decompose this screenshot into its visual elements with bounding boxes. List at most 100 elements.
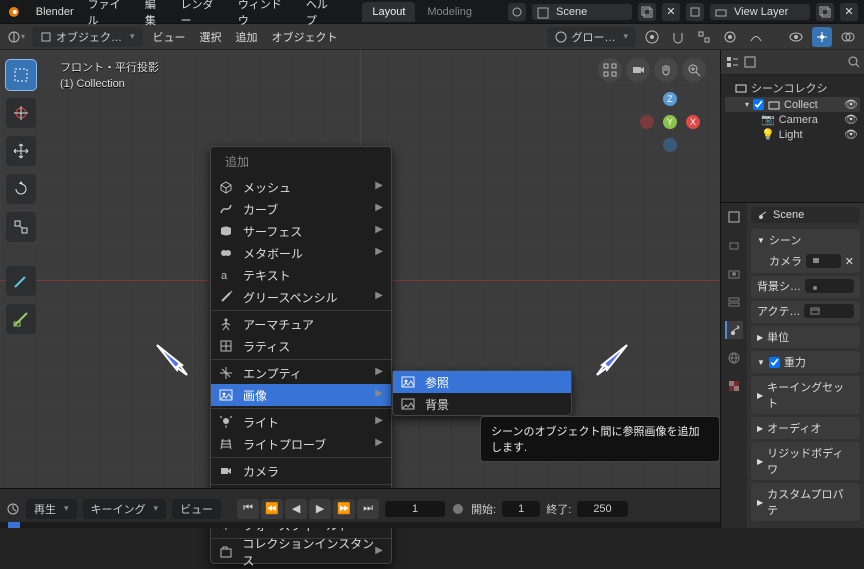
start-frame-field[interactable]: 1	[502, 501, 540, 517]
tool-rotate[interactable]	[6, 174, 36, 204]
tab-output-icon[interactable]	[725, 265, 743, 283]
menu-window[interactable]: ウィンドウ	[238, 0, 292, 28]
snap-icon[interactable]	[668, 27, 688, 47]
play-forward-icon[interactable]: ▶	[309, 499, 331, 519]
menu-file[interactable]: ファイル	[88, 0, 131, 28]
menu-help[interactable]: ヘルプ	[306, 0, 338, 28]
visibility-icon[interactable]	[786, 27, 806, 47]
outliner-root[interactable]: シーンコレクシ	[725, 79, 860, 97]
camera-field[interactable]	[806, 254, 841, 268]
tool-move[interactable]	[6, 136, 36, 166]
add-menu-item-arm[interactable]: アーマチュア	[211, 313, 391, 335]
current-frame-field[interactable]: 1	[385, 501, 445, 517]
outliner-editor-icon[interactable]	[725, 55, 739, 69]
timeline-cursor[interactable]	[8, 522, 20, 528]
panel-units-header[interactable]: ▶単位	[751, 326, 860, 348]
tool-scale[interactable]	[6, 212, 36, 242]
mode-dropdown[interactable]: オブジェク…	[32, 27, 143, 47]
add-menu-item-camera[interactable]: カメラ	[211, 460, 391, 482]
gravity-checkbox[interactable]	[769, 357, 780, 368]
auto-key-icon[interactable]	[451, 502, 465, 516]
eye-icon[interactable]: 👁	[844, 98, 858, 111]
menu-edit[interactable]: 編集	[145, 0, 167, 28]
panel-scene-header[interactable]: ▼シーン	[751, 229, 860, 251]
outliner-item-camera[interactable]: 📷 Camera 👁	[725, 112, 860, 127]
add-menu-item-surface[interactable]: サーフェス▶	[211, 220, 391, 242]
bg-scene-field[interactable]	[805, 279, 854, 293]
gizmo-grid-icon[interactable]	[598, 58, 622, 82]
play-prev-key-icon[interactable]: ⏪	[261, 499, 283, 519]
delete-scene-icon[interactable]: ✕	[662, 3, 680, 21]
submenu-reference[interactable]: 参照	[393, 371, 571, 393]
scene-field[interactable]: Scene	[532, 4, 632, 20]
editor-type-icon[interactable]: ▾	[6, 27, 26, 47]
tool-select[interactable]	[6, 60, 36, 90]
nav-gizmo[interactable]: Z Y X	[640, 92, 700, 152]
add-menu-item-empty[interactable]: エンプティ▶	[211, 362, 391, 384]
tool-measure[interactable]	[6, 304, 36, 334]
delete-viewlayer-icon[interactable]: ✕	[840, 3, 858, 21]
timeline-view-menu[interactable]: ビュー	[172, 499, 221, 519]
pivot-icon[interactable]	[642, 27, 662, 47]
axis-neg-z[interactable]	[663, 138, 677, 152]
add-menu-item-probe[interactable]: ライトプローブ▶	[211, 433, 391, 455]
outliner-item-collection[interactable]: ▾ Collect 👁	[725, 97, 860, 112]
axis-y[interactable]: Y	[663, 115, 677, 129]
eye-icon[interactable]: 👁	[844, 128, 858, 141]
tool-annotate[interactable]	[6, 266, 36, 296]
play-next-key-icon[interactable]: ⏩	[333, 499, 355, 519]
add-menu-item-meta[interactable]: メタボール▶	[211, 242, 391, 264]
new-viewlayer-icon[interactable]	[816, 3, 834, 21]
overlay-icon[interactable]	[838, 27, 858, 47]
timeline-editor-icon[interactable]	[6, 502, 20, 516]
tab-render-icon[interactable]	[725, 237, 743, 255]
end-frame-field[interactable]: 250	[577, 501, 627, 517]
falloff-icon[interactable]	[746, 27, 766, 47]
tab-layout[interactable]: Layout	[362, 2, 415, 22]
add-menu-item-image[interactable]: 画像▶	[211, 384, 391, 406]
tab-scene-icon[interactable]	[725, 321, 743, 339]
outliner-display-mode-icon[interactable]	[743, 55, 757, 69]
transform-orientation-dropdown[interactable]: グロー…	[547, 27, 636, 47]
panel-customprops-header[interactable]: ▶カスタムプロパテ	[751, 483, 860, 521]
new-scene-icon[interactable]	[638, 3, 656, 21]
gizmo-camera-icon[interactable]	[626, 58, 650, 82]
header-menu-view[interactable]: ビュー	[149, 29, 190, 45]
proportional-edit-icon[interactable]	[720, 27, 740, 47]
tab-texture-icon[interactable]	[725, 377, 743, 395]
gizmo-toggle-icon[interactable]	[812, 27, 832, 47]
axis-neg-x[interactable]	[640, 115, 654, 129]
add-menu-item-mesh[interactable]: メッシュ▶	[211, 176, 391, 198]
gizmo-zoom-icon[interactable]	[682, 58, 706, 82]
axis-z[interactable]: Z	[663, 92, 677, 106]
tab-viewlayer-icon[interactable]	[725, 293, 743, 311]
timeline-keying-menu[interactable]: キーイング	[83, 499, 167, 519]
play-jump-end-icon[interactable]: ⏭	[357, 499, 379, 519]
add-menu-item-curve[interactable]: カーブ▶	[211, 198, 391, 220]
panel-rigidbody-header[interactable]: ▶リジッドボディワ	[751, 442, 860, 480]
properties-breadcrumb[interactable]: Scene	[751, 207, 860, 223]
add-menu-item-lat[interactable]: ラティス	[211, 335, 391, 357]
panel-gravity-header[interactable]: ▼重力	[751, 351, 860, 373]
timeline-play-menu[interactable]: 再生	[26, 499, 77, 519]
header-menu-object[interactable]: オブジェクト	[268, 29, 342, 45]
outliner-search-icon[interactable]	[848, 56, 860, 68]
play-reverse-icon[interactable]: ◀	[285, 499, 307, 519]
properties-editor-icon[interactable]	[727, 207, 741, 227]
add-menu-item-text[interactable]: aテキスト	[211, 264, 391, 286]
browse-viewlayer-icon[interactable]	[686, 3, 704, 21]
menu-render[interactable]: レンダー	[181, 0, 224, 28]
viewlayer-field[interactable]: View Layer	[710, 4, 810, 20]
outliner-item-light[interactable]: 💡 Light 👁	[725, 127, 860, 142]
collection-enable-checkbox[interactable]	[753, 99, 764, 110]
tab-world-icon[interactable]	[725, 349, 743, 367]
panel-keyingset-header[interactable]: ▶キーイングセット	[751, 376, 860, 414]
tool-cursor[interactable]	[6, 98, 36, 128]
gizmo-pan-icon[interactable]	[654, 58, 678, 82]
browse-scene-icon[interactable]	[508, 3, 526, 21]
eye-icon[interactable]: 👁	[844, 113, 858, 126]
submenu-background[interactable]: 背景	[393, 393, 571, 415]
add-menu-item-collinst[interactable]: コレクションインスタンス▶	[211, 541, 391, 563]
axis-x[interactable]: X	[686, 115, 700, 129]
tab-modeling[interactable]: Modeling	[417, 2, 482, 22]
